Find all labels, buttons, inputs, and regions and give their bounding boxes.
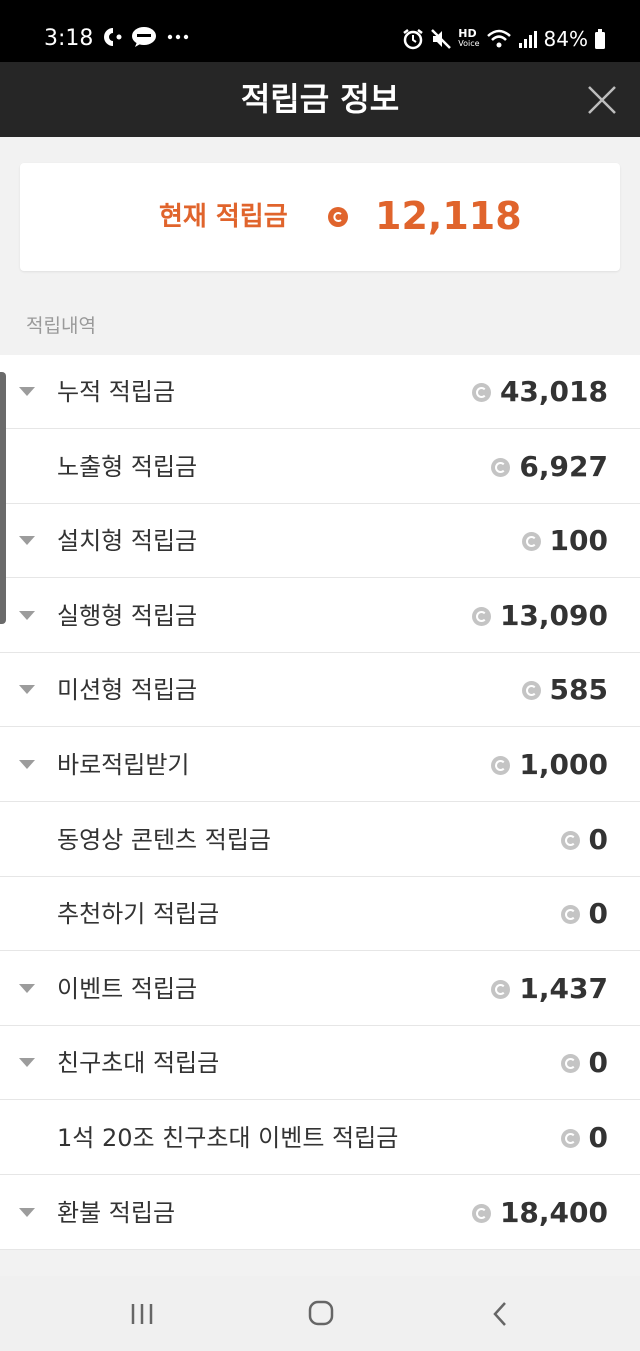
row-amount: 0 [588, 897, 608, 931]
list-row: 추천하기 적립금 0 [0, 877, 640, 952]
coin-icon [471, 606, 491, 626]
coin-icon [491, 457, 511, 477]
alarm-icon [403, 29, 423, 50]
list-row: 동영상 콘텐츠 적립금 0 [0, 803, 640, 877]
row-amount: 43,018 [499, 375, 608, 408]
list-row[interactable]: 이벤트 적립금 1,437 [0, 952, 640, 1026]
scrollbar[interactable] [0, 372, 6, 624]
row-label: 이벤트 적립금 [57, 974, 198, 1003]
row-label: 환불 적립금 [57, 1198, 176, 1227]
row-amount: 1,000 [519, 748, 608, 781]
voice-label: Voice [458, 39, 480, 48]
expand-arrow-icon[interactable] [19, 1058, 35, 1068]
row-label: 동영상 콘텐츠 적립금 [57, 825, 271, 854]
list-row[interactable]: 실행형 적립금 13,090 [0, 579, 640, 653]
row-amount: 0 [588, 822, 608, 856]
hd-voice-icon: HD Voice [458, 27, 480, 49]
row-amount: 1,437 [519, 971, 608, 1005]
expand-arrow-icon[interactable] [19, 685, 35, 695]
expand-arrow-icon[interactable] [19, 760, 35, 769]
coin-icon [491, 979, 511, 999]
coin-icon [491, 756, 511, 775]
row-label: 실행형 적립금 [57, 601, 198, 630]
section-label: 적립내역 [26, 315, 96, 337]
battery-percent: 84% [543, 27, 588, 51]
row-amount: 0 [588, 1121, 608, 1154]
row-amount: 585 [549, 673, 608, 707]
coin-icon [521, 532, 541, 552]
row-label: 설치형 적립금 [57, 527, 198, 556]
list-row[interactable]: 누적 적립금 43,018 [0, 355, 640, 429]
page-title: 적립금 정보 [240, 80, 400, 118]
wifi-icon [486, 29, 511, 48]
expand-arrow-icon[interactable] [19, 387, 35, 396]
list-row: 1석 20조 친구초대 이벤트 적립금 0 [0, 1101, 640, 1175]
header: 적립금 정보 [0, 62, 640, 137]
row-amount: 6,927 [519, 449, 608, 483]
status-right-icons: HD Voice 84% [402, 24, 606, 54]
row-amount: 0 [588, 1046, 608, 1080]
coin-icon [560, 1054, 580, 1074]
current-points-card: 현재 적립금 12,118 [20, 163, 620, 271]
back-icon[interactable] [481, 1296, 521, 1332]
row-label: 미션형 적립금 [57, 676, 198, 705]
row-amount: 18,400 [499, 1195, 608, 1229]
row-label: 누적 적립금 [57, 378, 176, 406]
list-row[interactable]: 친구초대 적립금 0 [0, 1026, 640, 1101]
close-icon[interactable] [586, 84, 618, 116]
home-icon[interactable] [301, 1296, 341, 1332]
status-bar: 3:18 HD Voice 84% [0, 0, 640, 62]
status-left-icons [103, 26, 191, 48]
recents-icon[interactable] [122, 1296, 162, 1332]
navigation-bar [0, 1276, 640, 1351]
list-row[interactable]: 바로적립받기 1,000 [0, 728, 640, 802]
current-points-label: 현재 적립금 [159, 202, 288, 232]
row-label: 1석 20조 친구초대 이벤트 적립금 [57, 1124, 399, 1152]
coin-icon [560, 1129, 580, 1148]
expand-arrow-icon[interactable] [19, 536, 35, 546]
list-row[interactable]: 환불 적립금 18,400 [0, 1176, 640, 1250]
coin-icon [471, 383, 491, 402]
row-label: 노출형 적립금 [57, 452, 198, 481]
kakao-icon [104, 28, 122, 46]
talk-icon [132, 27, 156, 47]
status-time: 3:18 [44, 26, 94, 51]
coin-icon [560, 905, 580, 925]
coin-icon [521, 681, 541, 701]
coin-icon [471, 1203, 491, 1223]
row-amount: 100 [549, 524, 608, 558]
list-row[interactable]: 설치형 적립금 100 [0, 504, 640, 579]
expand-arrow-icon[interactable] [19, 1207, 35, 1217]
coin-icon [560, 830, 580, 850]
hd-label: HD [458, 27, 477, 40]
points-history-list: 누적 적립금 43,018 노출형 적립금 6,927 설치형 적립금 100 실행형 적립… [0, 355, 640, 1250]
expand-arrow-icon[interactable] [19, 983, 35, 993]
expand-arrow-icon[interactable] [19, 610, 35, 620]
more-icon [167, 34, 189, 40]
current-points-amount: 12,118 [375, 194, 522, 238]
list-row: 노출형 적립금 6,927 [0, 430, 640, 504]
battery-icon [595, 29, 605, 49]
row-label: 바로적립받기 [57, 751, 190, 779]
row-label: 친구초대 적립금 [57, 1049, 220, 1078]
coin-icon [328, 207, 348, 227]
row-amount: 13,090 [499, 598, 608, 632]
list-row[interactable]: 미션형 적립금 585 [0, 653, 640, 728]
signal-icon [518, 31, 537, 48]
row-label: 추천하기 적립금 [57, 900, 220, 929]
mute-icon [431, 29, 452, 49]
